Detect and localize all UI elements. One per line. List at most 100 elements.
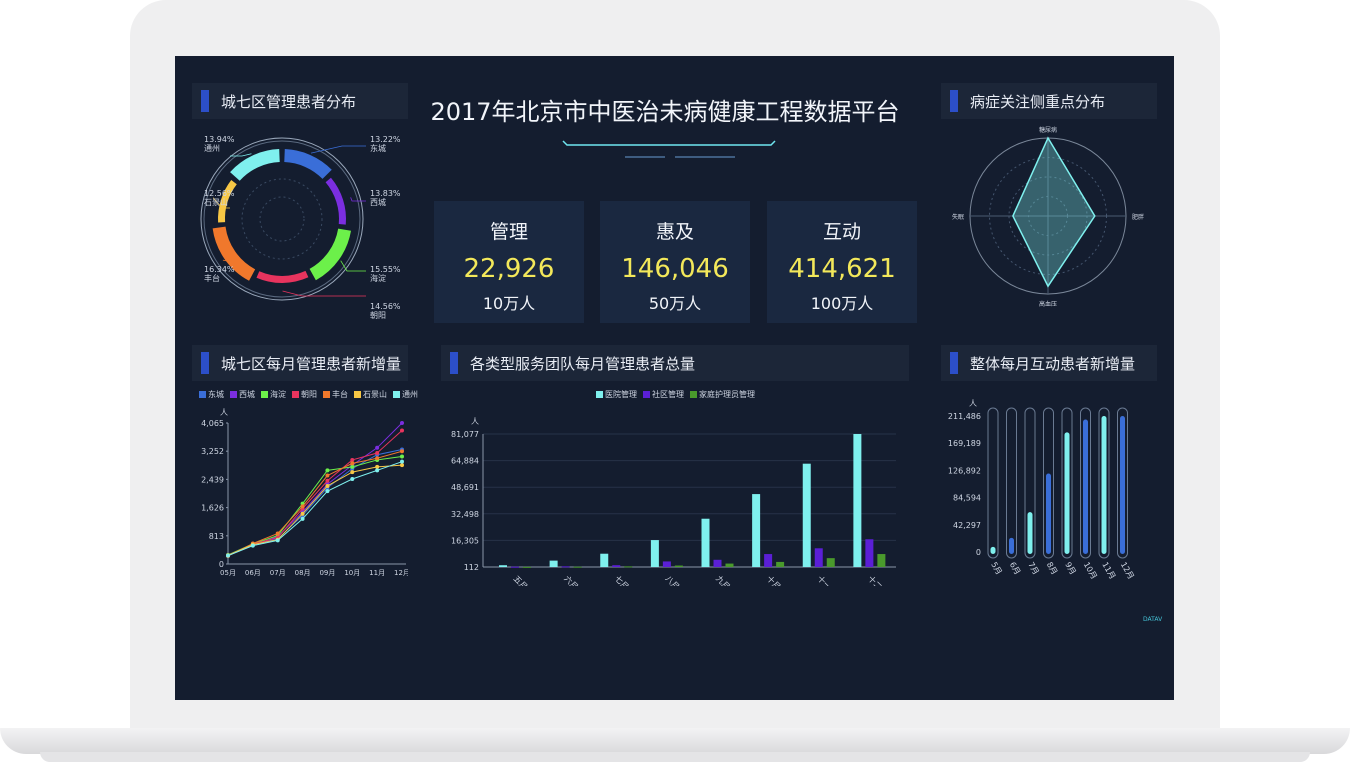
district-donut-chart: 13.22%东城 13.83%西城 15.55%海淀 14.56%朝阳 16.34%丰台… — [200, 135, 401, 320]
stat-card-manage: 管理 22,926 10万人 — [434, 201, 584, 323]
donut-slice-percent: 13.94% — [204, 135, 235, 144]
bar-社区管理-十月 — [764, 554, 773, 567]
donut-leader-line — [282, 290, 366, 297]
capsule-bar-7月 — [1027, 512, 1033, 554]
watermark-logo: DATAV — [1143, 616, 1163, 623]
line-point-丰台 — [400, 449, 404, 454]
line-point-通州 — [226, 553, 230, 558]
bar-x-tick: 九月 — [714, 574, 732, 586]
legend-item-家庭护理员管理[interactable]: 家庭护理员管理 — [690, 389, 755, 400]
donut-slice-通州 — [230, 149, 280, 181]
line-point-通州 — [400, 459, 404, 464]
donut-slice-西城 — [325, 177, 346, 225]
line-point-海淀 — [350, 464, 355, 469]
bar-医院管理-十二月 — [853, 434, 862, 567]
bar-家庭护理员管理-七月 — [624, 566, 633, 568]
capsule-x-tick: 12月 — [1119, 561, 1136, 581]
capsule-x-tick: 8月 — [1045, 561, 1059, 577]
donut-slice-name: 东城 — [370, 143, 386, 153]
line-point-通州 — [350, 477, 355, 482]
donut-slice-朝阳 — [256, 270, 309, 283]
bar-医院管理-七月 — [600, 553, 609, 567]
donut-slice-percent: 15.55% — [370, 265, 401, 274]
bar-x-tick: 五月 — [512, 574, 530, 586]
legend-item-东城[interactable]: 东城 — [199, 389, 224, 400]
line-point-海淀 — [400, 454, 404, 459]
legend-item-社区管理[interactable]: 社区管理 — [643, 389, 684, 400]
line-y-tick: 4,065 — [201, 419, 224, 428]
panel-title-district-monthly: 城七区每月管理患者新增量 — [192, 345, 408, 381]
stat-value: 22,926 — [463, 254, 555, 284]
bar-社区管理-八月 — [662, 561, 671, 567]
bar-医院管理-十月 — [752, 494, 761, 567]
stat-unit: 50万人 — [648, 294, 702, 313]
capsule-bar-11月 — [1101, 416, 1107, 554]
radar-axis-label-失眠: 失眠 — [952, 213, 964, 221]
bar-y-tick: 81,077 — [451, 430, 479, 439]
line-x-tick: 06月 — [245, 569, 261, 577]
bar-y-tick: 112 — [464, 563, 479, 572]
line-point-丰台 — [375, 456, 380, 461]
line-point-朝阳 — [375, 451, 380, 456]
capsule-bar-8月 — [1046, 473, 1051, 554]
bar-社区管理-五月 — [511, 566, 519, 568]
bar-社区管理-十二月 — [865, 539, 874, 567]
legend-item-西城[interactable]: 西城 — [230, 389, 255, 400]
bar-医院管理-九月 — [701, 518, 710, 567]
donut-slice-海淀 — [309, 228, 352, 281]
line-x-tick: 05月 — [220, 569, 236, 577]
stat-value: 146,046 — [621, 254, 729, 284]
line-point-通州 — [250, 543, 255, 548]
legend-item-朝阳[interactable]: 朝阳 — [292, 389, 317, 400]
bar-家庭护理员管理-九月 — [725, 563, 734, 567]
bar-y-tick: 16,305 — [451, 536, 479, 545]
bar-家庭护理员管理-五月 — [523, 566, 531, 568]
district-line-chart: 人 0 813 1,626 2,439 3,252 4,065 05月 06月 07月 08月 09月… — [201, 408, 408, 577]
donut-slice-percent: 13.22% — [370, 135, 401, 144]
legend-item-通州[interactable]: 通州 — [393, 389, 418, 400]
line-point-海淀 — [325, 468, 330, 473]
line-point-通州 — [300, 516, 305, 521]
line-point-石景山 — [375, 464, 380, 469]
donut-slice-name: 通州 — [204, 143, 220, 153]
line-y-tick: 2,439 — [201, 475, 224, 484]
line-point-丰台 — [275, 531, 280, 536]
laptop-base-shadow — [40, 752, 1310, 762]
symptom-radar-chart: 糖尿病肥胖高血压 失眠 — [952, 126, 1144, 308]
team-bar-chart: 人 112 16,305 32,498 48,691 64,884 81,077 五月 六月 七月… — [451, 417, 896, 586]
legend-item-石景山[interactable]: 石景山 — [354, 389, 387, 400]
line-point-石景山 — [300, 511, 305, 516]
capsule-y-tick: 211,486 — [948, 412, 981, 421]
capsule-x-tick: 6月 — [1008, 561, 1022, 577]
capsule-y-tick: 126,892 — [948, 466, 981, 475]
panel-title-team-monthly: 各类型服务团队每月管理患者总量 — [441, 345, 909, 381]
radar-axis-label-肥胖: 肥胖 — [1132, 213, 1144, 221]
bar-社区管理-九月 — [713, 559, 722, 567]
bar-家庭护理员管理-六月 — [573, 566, 582, 568]
donut-slice-percent: 14.56% — [370, 302, 401, 311]
line-x-tick: 10月 — [344, 569, 360, 577]
line-point-丰台 — [325, 473, 330, 478]
stat-unit: 10万人 — [482, 294, 536, 313]
donut-slice-name: 丰台 — [204, 273, 220, 283]
capsule-y-tick: 0 — [976, 548, 981, 557]
line-point-丰台 — [300, 504, 305, 509]
legend-item-医院管理[interactable]: 医院管理 — [596, 389, 637, 400]
panel-title-district-dist: 城七区管理患者分布 — [192, 83, 408, 119]
line-y-tick: 0 — [219, 560, 224, 569]
title-decoration — [562, 140, 776, 158]
capsule-x-tick: 5月 — [989, 561, 1003, 577]
radar-area — [1012, 136, 1096, 288]
capsule-bar-12月 — [1120, 416, 1125, 554]
bar-医院管理-六月 — [549, 560, 558, 567]
legend-item-丰台[interactable]: 丰台 — [323, 389, 348, 400]
capsule-y-tick: 169,189 — [948, 439, 981, 448]
bar-x-tick: 八月 — [663, 574, 681, 586]
stat-card-interact: 互动 414,621 100万人 — [767, 201, 917, 323]
line-point-西城 — [375, 445, 380, 450]
legend-item-海淀[interactable]: 海淀 — [261, 389, 286, 400]
line-point-西城 — [400, 421, 404, 425]
line-point-通州 — [275, 538, 280, 543]
line-point-朝阳 — [400, 428, 404, 433]
line-x-tick: 09月 — [319, 569, 335, 577]
